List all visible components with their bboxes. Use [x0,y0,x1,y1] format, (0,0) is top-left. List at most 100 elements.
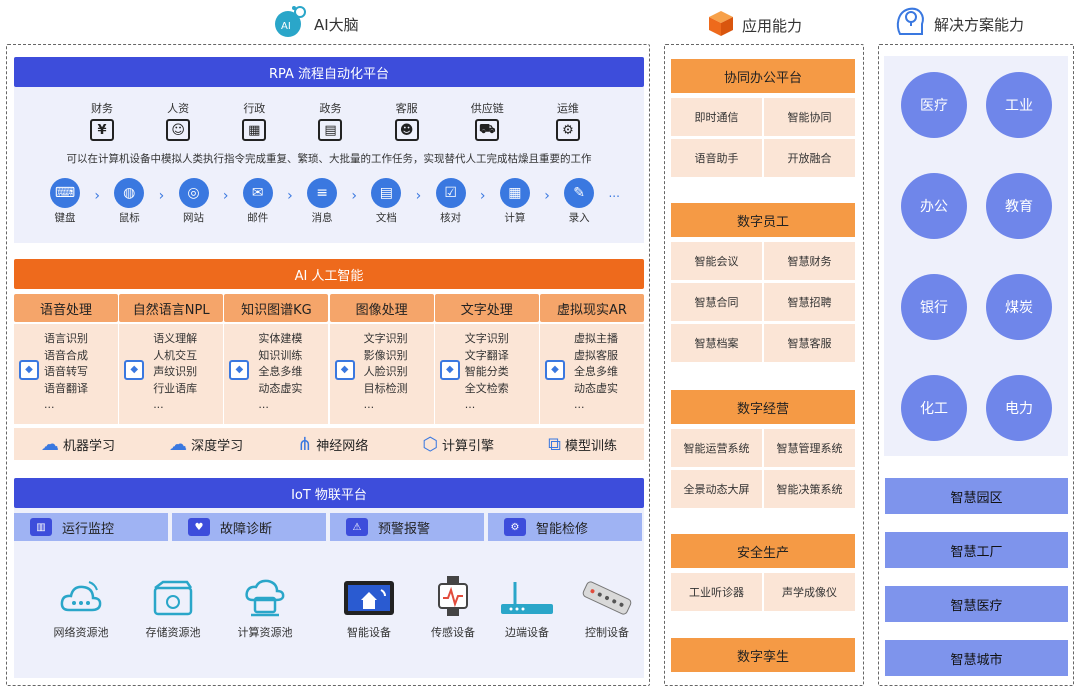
iot-device-0[interactable]: 网络资源池 [48,574,114,640]
app-item[interactable]: 智慧合同 [671,283,762,321]
iot-device-3[interactable]: 智能设备 [336,574,402,640]
ai-column-item: 人机交互 [153,348,198,362]
solution-circle-4[interactable]: 银行 [901,274,967,340]
app-item-label: 智慧管理系统 [776,442,843,455]
iot-tab-0[interactable]: ▥ 运行监控 [14,513,168,541]
solution-circle-label: 银行 [920,300,948,316]
rpa-step-1[interactable]: ◍ 鼠标 [114,178,145,225]
rpa-category-4[interactable]: 客服 ☻ [394,100,419,141]
rpa-step-6[interactable]: ☑ 核对 [435,178,466,225]
ai-column-head-5[interactable]: 虚拟现实AR [540,294,644,322]
solution-bar-2[interactable]: 智慧医疗 [885,586,1068,622]
rpa-category-label: 运维 [556,102,579,115]
rpa-step-3[interactable]: ✉ 邮件 [242,178,273,225]
app-group-head-0[interactable]: 协同办公平台 [671,59,855,93]
app-item[interactable]: 即时通信 [671,98,762,136]
engine-icon: ⬡ [422,433,439,455]
iot-device-label: 计算资源池 [237,626,293,639]
solution-circle-5[interactable]: 煤炭 [986,274,1052,340]
rpa-category-5[interactable]: 供应链 ⛟ [471,100,504,141]
solution-circle-3[interactable]: 教育 [986,173,1052,239]
solution-bar-1[interactable]: 智慧工厂 [885,532,1068,568]
solution-circle-2[interactable]: 办公 [901,173,967,239]
app-item[interactable]: 全景动态大屏 [671,470,762,508]
ai-column-head-1[interactable]: 自然语言NPL [119,294,224,322]
ml-item-4[interactable]: ⧉ 模型训练 [548,434,617,455]
app-group-title: 数字经营 [736,401,789,417]
ai-column-head-2[interactable]: 知识图谱KG [224,294,329,322]
solution-circle-6[interactable]: 化工 [901,375,967,441]
iot-device-5[interactable]: 边端设备 [494,574,560,640]
arrow-right-icon: › [544,187,550,204]
ml-item-1[interactable]: ☁ 深度学习 [169,434,243,455]
ml-item-0[interactable]: ☁ 机器学习 [41,434,115,455]
app-group-head-2[interactable]: 数字经营 [671,390,855,424]
ml-item-label: 模型训练 [564,438,617,454]
app-group-title: 协同办公平台 [723,70,802,86]
rpa-step-8[interactable]: ✎ 录入 [564,178,595,225]
app-item[interactable]: 智能协同 [764,98,855,136]
compute-cloud-icon [243,574,287,618]
rpa-step-7[interactable]: ▦ 计算 [499,178,530,225]
app-item[interactable]: 智慧客服 [764,324,855,362]
solution-bar-0[interactable]: 智慧园区 [885,478,1068,514]
app-item[interactable]: 智能决策系统 [764,470,855,508]
rpa-category-2[interactable]: 行政 ▦ [242,100,267,141]
iot-tab-1[interactable]: ♥ 故障诊断 [172,513,326,541]
iot-tab-3[interactable]: ⚙ 智能检修 [488,513,642,541]
app-item[interactable]: 智慧招聘 [764,283,855,321]
storage-icon [151,574,195,618]
ai-column-item: ... [363,398,375,411]
solution-bar-3[interactable]: 智慧城市 [885,640,1068,676]
rpa-category-1[interactable]: 人资 ☺ [166,100,191,141]
app-group-head-4[interactable]: 数字孪生 [671,638,855,672]
solution-circle-1[interactable]: 工业 [986,72,1052,138]
iot-device-1[interactable]: 存储资源池 [140,574,206,640]
iot-device-4[interactable]: 传感设备 [420,574,486,640]
iot-tab-2[interactable]: ⚠ 预警报警 [330,513,484,541]
diagnosis-icon: ♥ [188,518,210,536]
app-item[interactable]: 语音助手 [671,139,762,177]
rpa-step-label: 录入 [568,212,590,224]
solution-circle-7[interactable]: 电力 [986,375,1052,441]
iot-device-label: 控制设备 [585,626,629,639]
rpa-category-3[interactable]: 政务 ▤ [318,100,343,141]
solution-circle-0[interactable]: 医疗 [901,72,967,138]
rpa-title-bar: RPA 流程自动化平台 [14,57,644,87]
ai-column-item: 语音转写 [44,365,88,378]
ml-item-2[interactable]: ⋔ 神经网络 [297,434,368,455]
app-item[interactable]: 智能运营系统 [671,429,762,467]
rpa-step-5[interactable]: ▤ 文档 [371,178,402,225]
ai-column-head-4[interactable]: 文字处理 [434,294,539,322]
rpa-step-4[interactable]: ≡ 消息 [307,178,338,225]
app-capability-header: 应用能力 [706,8,802,42]
rpa-category-0[interactable]: 财务 ¥ [90,100,114,141]
rpa-step-0[interactable]: ⌨ 键盘 [50,178,80,225]
app-item[interactable]: 智慧档案 [671,324,762,362]
arrow-right-icon: › [351,187,357,204]
iot-device-6[interactable]: 控制设备 [574,574,640,640]
app-item-label: 全景动态大屏 [683,483,750,496]
ai-column-item: 全息多维 [258,365,303,378]
ai-title: AI 人工智能 [294,268,364,284]
app-item[interactable]: 声学成像仪 [764,573,855,611]
ai-column-head-0[interactable]: 语音处理 [14,294,118,322]
ai-column-body-5: ◆ 虚拟主播 虚拟客服 全息多维 动态虚实... [540,324,644,424]
ml-item-3[interactable]: ⬡ 计算引擎 [422,434,494,455]
iot-device-2[interactable]: 计算资源池 [232,574,298,640]
app-item[interactable]: 智能会议 [671,242,762,280]
rpa-category-6[interactable]: 运维 ⚙ [555,100,580,141]
app-group-head-3[interactable]: 安全生产 [671,534,855,568]
app-item[interactable]: 智慧管理系统 [764,429,855,467]
app-capability-title: 应用能力 [742,16,803,35]
iot-tab-label: 预警报警 [378,521,431,537]
app-item[interactable]: 工业听诊器 [671,573,762,611]
app-group-head-1[interactable]: 数字员工 [671,203,855,237]
app-item-label: 智慧财务 [787,255,832,268]
rpa-step-2[interactable]: ◎ 网站 [178,178,209,225]
customer-service-icon: ☻ [394,119,419,141]
app-item[interactable]: 开放融合 [764,139,855,177]
ai-column-head-3[interactable]: 图像处理 [329,294,434,322]
app-item[interactable]: 智慧财务 [764,242,855,280]
supply-chain-icon: ⛟ [475,119,500,141]
